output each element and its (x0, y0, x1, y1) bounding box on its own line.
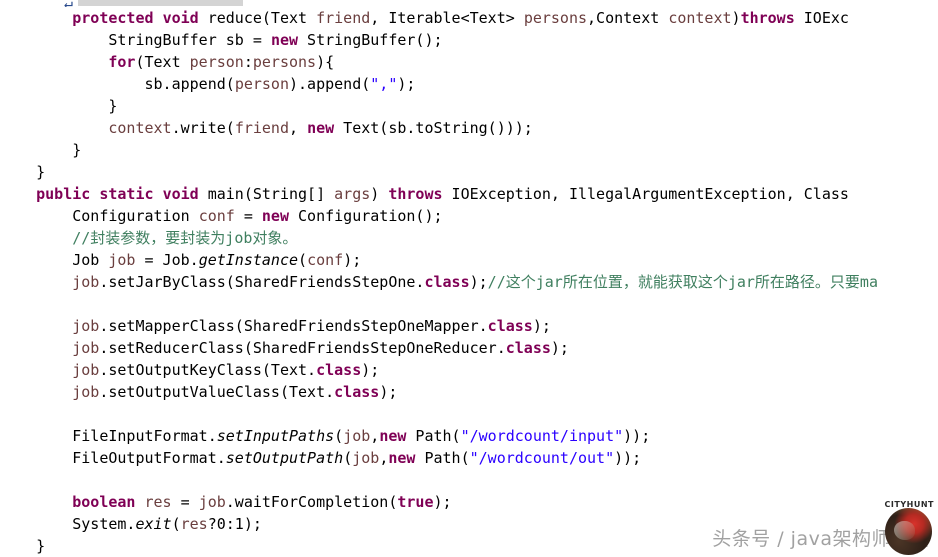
partial-glyph: ↵ (64, 0, 73, 7)
code-line: } (36, 537, 46, 555)
code-line: System.exit(res?0:1); (72, 515, 262, 533)
code-editor-text[interactable]: protected void reduce(Text friend, Itera… (0, 7, 938, 557)
code-line: job.setOutputValueClass(Text.class); (72, 383, 398, 401)
code-line: job.setJarByClass(SharedFriendsStepOne.c… (72, 273, 878, 291)
code-line: //封装参数，要封装为job对象。 (72, 229, 298, 247)
code-line: FileInputFormat.setInputPaths(job,new Pa… (72, 427, 651, 445)
code-line: job.setOutputKeyClass(Text.class); (72, 361, 380, 379)
code-line: StringBuffer sb = new StringBuffer(); (108, 31, 443, 49)
code-line: } (72, 141, 82, 159)
avatar (885, 508, 932, 555)
code-screenshot: ↵ protected void reduce(Text friend, Ite… (0, 0, 938, 557)
code-line: public static void main(String[] args) t… (36, 185, 849, 203)
code-line: sb.append(person).append(","); (144, 75, 416, 93)
code-line: job.setReducerClass(SharedFriendsStepOne… (72, 339, 569, 357)
code-line: for(Text person:persons){ (108, 53, 335, 71)
code-line: FileOutputFormat.setOutputPath(job,new P… (72, 449, 642, 467)
clipped-top-line: ↵ (0, 0, 938, 7)
code-line: Job job = Job.getInstance(conf); (72, 251, 362, 269)
code-line: } (108, 97, 118, 115)
code-line: context.write(friend, new Text(sb.toStri… (108, 119, 533, 137)
code-line: boolean res = job.waitForCompletion(true… (72, 493, 452, 511)
code-line: protected void reduce(Text friend, Itera… (72, 9, 849, 27)
code-line: job.setMapperClass(SharedFriendsStepOneM… (72, 317, 551, 335)
selection-highlight-bar (78, 0, 243, 6)
code-line: Configuration conf = new Configuration()… (72, 207, 443, 225)
watermark-badge: CITYHUNT (884, 500, 934, 509)
code-line: } (36, 163, 46, 181)
